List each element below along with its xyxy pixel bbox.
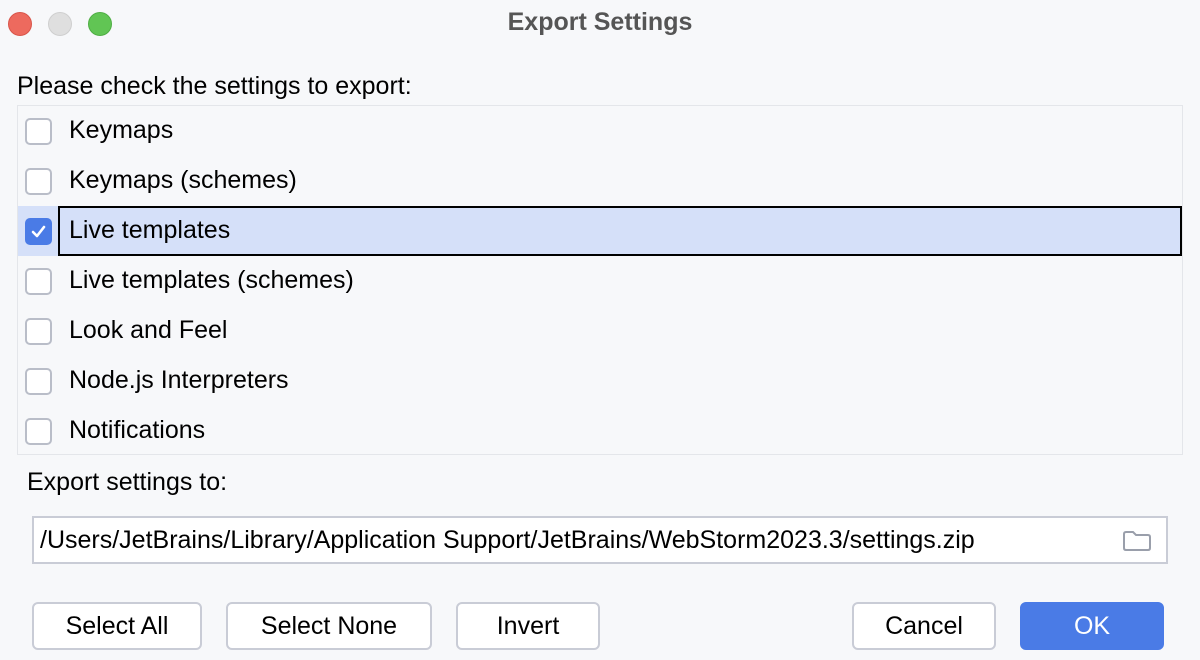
settings-list-item[interactable]: Notifications	[18, 406, 1182, 456]
settings-list-item[interactable]: Keymaps (schemes)	[18, 156, 1182, 206]
invert-button[interactable]: Invert	[456, 602, 600, 650]
settings-item-label: Keymaps (schemes)	[69, 166, 297, 194]
settings-item-label: Live templates	[69, 216, 231, 244]
ok-button[interactable]: OK	[1020, 602, 1164, 650]
export-path-field[interactable]	[32, 516, 1168, 564]
settings-item-label: Keymaps	[69, 116, 174, 144]
checkbox[interactable]	[25, 268, 52, 295]
instructions-label: Please check the settings to export:	[17, 72, 412, 100]
checkbox-checked[interactable]	[25, 218, 52, 245]
checkbox[interactable]	[25, 168, 52, 195]
title-bar: Export Settings	[0, 0, 1200, 48]
window-title: Export Settings	[507, 8, 693, 36]
checkmark-icon	[31, 225, 46, 238]
settings-list-item[interactable]: Look and Feel	[18, 306, 1182, 356]
settings-list-item[interactable]: Node.js Interpreters	[18, 356, 1182, 406]
cancel-button[interactable]: Cancel	[852, 602, 996, 650]
select-all-button[interactable]: Select All	[32, 602, 202, 650]
folder-icon[interactable]	[1122, 530, 1152, 552]
export-path-input[interactable]	[40, 518, 1110, 562]
settings-list[interactable]: Keymaps Keymaps (schemes) Live templates Li…	[17, 105, 1183, 455]
settings-list-item[interactable]: Live templates (schemes)	[18, 256, 1182, 306]
checkbox[interactable]	[25, 418, 52, 445]
settings-list-item[interactable]: Live templates	[18, 206, 1182, 256]
settings-list-item[interactable]: Keymaps	[18, 106, 1182, 156]
settings-item-label: Look and Feel	[69, 316, 228, 344]
checkbox[interactable]	[25, 368, 52, 395]
select-none-button[interactable]: Select None	[226, 602, 432, 650]
settings-item-label: Notifications	[69, 416, 206, 444]
settings-item-label: Node.js Interpreters	[69, 366, 289, 394]
settings-item-label: Live templates (schemes)	[69, 266, 354, 294]
checkbox[interactable]	[25, 118, 52, 145]
checkbox[interactable]	[25, 318, 52, 345]
export-path-label: Export settings to:	[27, 468, 228, 496]
